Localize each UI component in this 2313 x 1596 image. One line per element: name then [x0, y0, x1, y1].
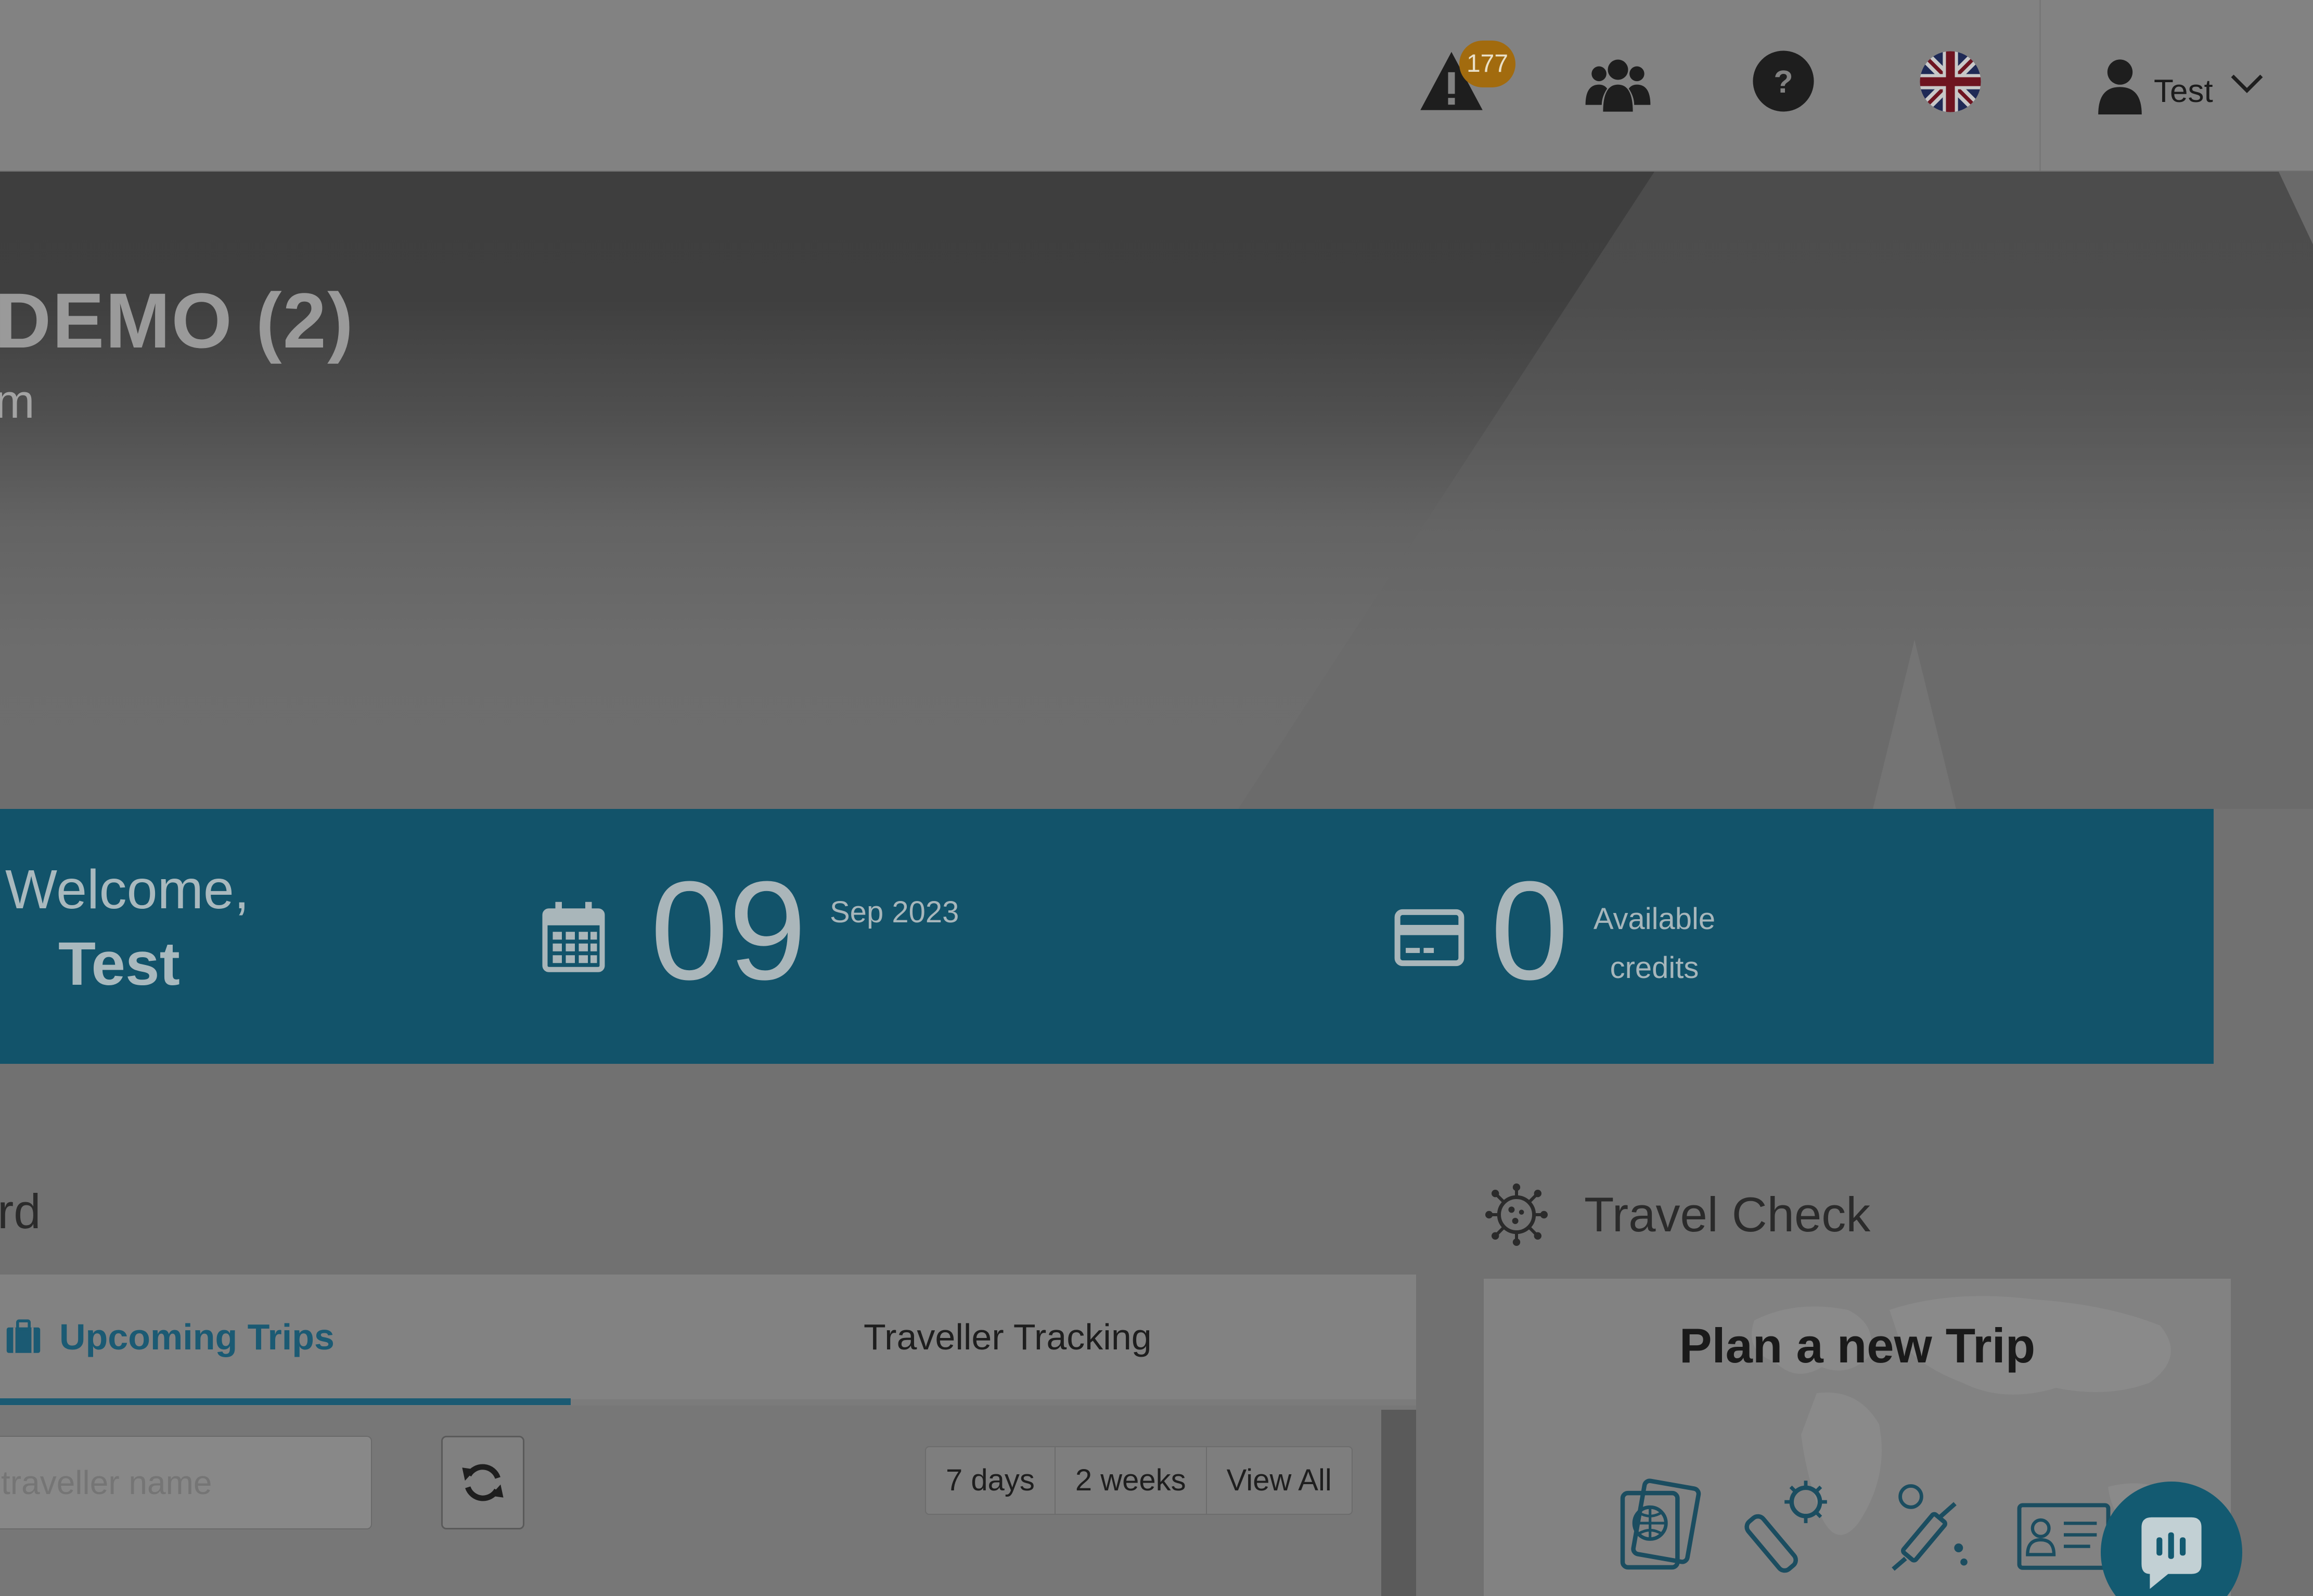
traveller-search-input[interactable] [0, 1436, 372, 1529]
trips-panel: Upcoming Trips Traveller Tracking 7 days… [0, 1275, 1416, 1596]
app-page: 177 ? Test DEMO (2) m Welcome, Test 09 S… [0, 0, 2313, 1596]
panel-scrollbar[interactable] [1381, 1410, 1416, 1596]
passport-icon [1614, 1476, 1702, 1575]
navbar-divider [2039, 0, 2041, 171]
plan-trip-title: Plan a new Trip [1679, 1318, 2036, 1373]
travel-check-header: Travel Check [1485, 1181, 1870, 1249]
credits-label-line1: Available [1593, 902, 1716, 936]
svg-text:?: ? [1774, 64, 1793, 99]
refresh-button[interactable] [441, 1436, 524, 1529]
credits-value: 0 [1490, 853, 1569, 1009]
current-month-year: Sep 2023 [830, 895, 959, 929]
credits-label-line2: credits [1610, 951, 1699, 985]
chat-bubble-icon [2141, 1517, 2202, 1589]
active-tab-indicator [0, 1398, 571, 1405]
tab-upcoming-trips[interactable]: Upcoming Trips [5, 1316, 335, 1358]
suitcase-icon [6, 1319, 41, 1353]
hero-decoration [1238, 172, 2313, 809]
user-icon [2098, 59, 2142, 114]
company-subtitle: m [0, 375, 35, 428]
hero-section: DEMO (2) m [0, 172, 2313, 809]
date-range-filter: 7 days 2 weeks View All [925, 1446, 1353, 1515]
range-7-days-button[interactable]: 7 days [926, 1447, 1056, 1514]
travel-check-title: Travel Check [1584, 1187, 1871, 1242]
trips-tabs: Upcoming Trips Traveller Tracking [0, 1275, 1416, 1405]
tab-traveller-tracking[interactable]: Traveller Tracking [864, 1316, 1152, 1358]
user-menu[interactable]: Test [2097, 52, 2265, 120]
current-day: 09 [650, 853, 807, 1009]
user-name: Test [2154, 73, 2213, 109]
company-title: DEMO (2) [0, 277, 354, 364]
top-navbar: 177 ? Test [0, 0, 2313, 172]
welcome-greeting: Welcome, [5, 859, 250, 920]
welcome-banner: Welcome, Test 09 Sep 2023 0 Available cr… [0, 809, 2214, 1064]
id-card-icon [2014, 1476, 2113, 1575]
chevron-down-icon [2231, 74, 2263, 93]
welcome-user-name: Test [58, 930, 180, 998]
tab-upcoming-trips-label: Upcoming Trips [59, 1317, 335, 1357]
alerts-count-badge: 177 [1459, 41, 1515, 87]
help-icon[interactable]: ? [1752, 49, 1815, 113]
refresh-icon [462, 1464, 504, 1501]
covid-test-icon [1744, 1476, 1832, 1575]
credit-card-icon [1394, 909, 1464, 967]
range-2-weeks-button[interactable]: 2 weeks [1056, 1447, 1207, 1514]
vaccine-icon [1884, 1476, 1973, 1575]
uk-flag-icon[interactable] [1919, 50, 1982, 113]
dashboard-title: rd [0, 1184, 41, 1239]
team-icon[interactable] [1584, 49, 1652, 117]
range-view-all-button[interactable]: View All [1207, 1447, 1352, 1514]
credits-label: Available credits [1592, 895, 1717, 993]
virus-icon [1485, 1183, 1548, 1246]
calendar-icon [542, 902, 605, 972]
